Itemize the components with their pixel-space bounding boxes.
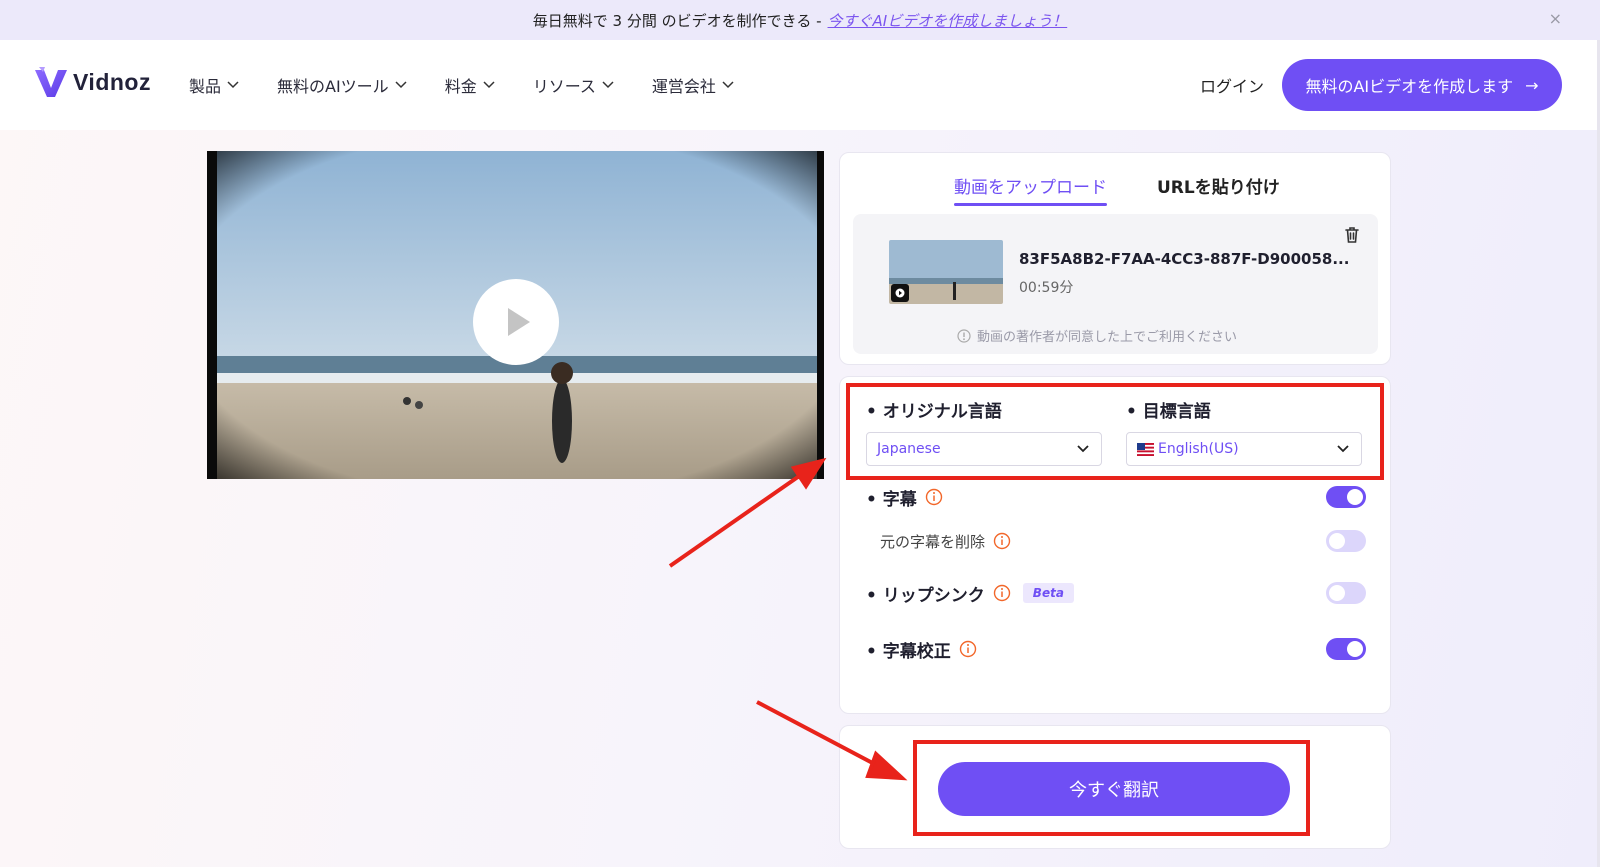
close-icon[interactable]: × (1549, 9, 1562, 28)
nav-item-products[interactable]: 製品 (189, 73, 239, 97)
original-language-label: • オリジナル言語 (866, 402, 1002, 422)
target-language-select[interactable]: English(US) (1126, 432, 1362, 466)
option-lip-sync: • リップシンク Beta (866, 579, 1366, 607)
info-icon[interactable] (925, 488, 943, 506)
option-label: • リップシンク (866, 585, 985, 606)
nav-item-resources[interactable]: リソース (533, 73, 614, 97)
login-link[interactable]: ログイン (1200, 73, 1264, 97)
translate-now-button[interactable]: 今すぐ翻訳 (938, 762, 1290, 816)
target-language-label: • 目標言語 (1126, 402, 1211, 422)
video-player[interactable] (207, 151, 824, 479)
tab-upload-video[interactable]: 動画をアップロード (954, 173, 1107, 206)
copyright-note: 動画の著作者が同意した上でご利用ください (957, 326, 1237, 345)
nav-item-label: 製品 (189, 77, 222, 96)
chevron-down-icon (227, 81, 239, 89)
navbar: Vidnoz 製品 無料のAIツール 料金 リソース 運営会社 ログイン 無料の… (0, 40, 1600, 130)
info-icon (957, 328, 971, 343)
file-name: 83F5A8B2-F7AA-4CC3-887F-D900058... (1019, 250, 1350, 268)
option-label: 元の字幕を削除 (880, 532, 986, 551)
option-label: • 字幕校正 (866, 641, 951, 662)
option-remove-original-subtitles: 元の字幕を削除 (866, 527, 1366, 555)
original-language-value: Japanese (877, 441, 941, 457)
copyright-note-text: 動画の著作者が同意した上でご利用ください (977, 330, 1238, 345)
original-language-select[interactable]: Japanese (866, 432, 1102, 466)
arrow-right-icon: → (1525, 75, 1539, 95)
chevron-down-icon (483, 81, 495, 89)
translate-panel: 今すぐ翻訳 (839, 725, 1391, 849)
subtitles-toggle[interactable] (1326, 486, 1366, 508)
chevron-down-icon (602, 81, 614, 89)
file-duration: 00:59分 (1019, 280, 1074, 296)
promo-bar: 毎日無料で 3 分間 のビデオを制作できる - 今すぐAIビデオを作成しましょう… (0, 0, 1600, 40)
nav-item-label: 運営会社 (651, 77, 716, 96)
nav-item-label: リソース (532, 77, 596, 96)
target-language-value: English(US) (1158, 441, 1239, 457)
nav-item-label: 料金 (444, 77, 477, 96)
subtitle-proofreading-toggle[interactable] (1326, 638, 1366, 660)
active-tab-indicator (954, 203, 1107, 206)
uploaded-file: 83F5A8B2-F7AA-4CC3-887F-D900058... 00:59… (853, 214, 1378, 354)
logo[interactable]: Vidnoz (33, 64, 151, 100)
info-icon[interactable] (993, 532, 1011, 550)
tab-label: 動画をアップロード (954, 178, 1107, 198)
promo-link[interactable]: 今すぐAIビデオを作成しましょう！ (828, 10, 1068, 31)
create-ai-video-button[interactable]: 無料のAIビデオを作成します → (1282, 59, 1562, 111)
upload-panel: 動画をアップロード URLを貼り付け 83F5A8B2-F7AA-4CC3-88… (839, 152, 1391, 365)
create-ai-video-label: 無料のAIビデオを作成します (1305, 77, 1514, 96)
remove-original-subtitles-toggle[interactable] (1326, 530, 1366, 552)
nav-item-company[interactable]: 運営会社 (652, 73, 734, 97)
nav-item-label: 無料のAIツール (277, 77, 389, 96)
option-subtitles: • 字幕 (866, 483, 1366, 511)
chevron-down-icon (395, 81, 407, 89)
info-icon[interactable] (959, 640, 977, 658)
logo-mark-icon (35, 67, 67, 97)
beta-badge: Beta (1022, 583, 1074, 603)
tab-label: URLを貼り付け (1157, 178, 1280, 198)
chevron-down-icon (722, 81, 734, 89)
lip-sync-toggle[interactable] (1326, 582, 1366, 604)
promo-text: 毎日無料で 3 分間 のビデオを制作できる - (532, 11, 822, 30)
logo-text: Vidnoz (73, 68, 151, 95)
chevron-down-icon (1077, 445, 1089, 453)
main-nav: 製品 無料のAIツール 料金 リソース 運営会社 (189, 73, 772, 97)
trash-icon[interactable] (1342, 225, 1362, 245)
info-icon[interactable] (993, 584, 1011, 602)
play-button[interactable] (473, 279, 559, 365)
nav-item-ai-tools[interactable]: 無料のAIツール (277, 73, 407, 97)
option-subtitle-proofreading: • 字幕校正 (866, 635, 1366, 663)
option-label: • 字幕 (866, 489, 917, 510)
play-icon (891, 284, 909, 302)
nav-item-pricing[interactable]: 料金 (445, 73, 495, 97)
tab-paste-url[interactable]: URLを貼り付け (1157, 173, 1280, 198)
video-thumbnail[interactable] (889, 240, 1003, 304)
chevron-down-icon (1337, 445, 1349, 453)
play-icon (508, 308, 530, 336)
translation-settings: • オリジナル言語 • 目標言語 Japanese English(US) • … (839, 376, 1391, 714)
us-flag-icon (1137, 442, 1154, 456)
